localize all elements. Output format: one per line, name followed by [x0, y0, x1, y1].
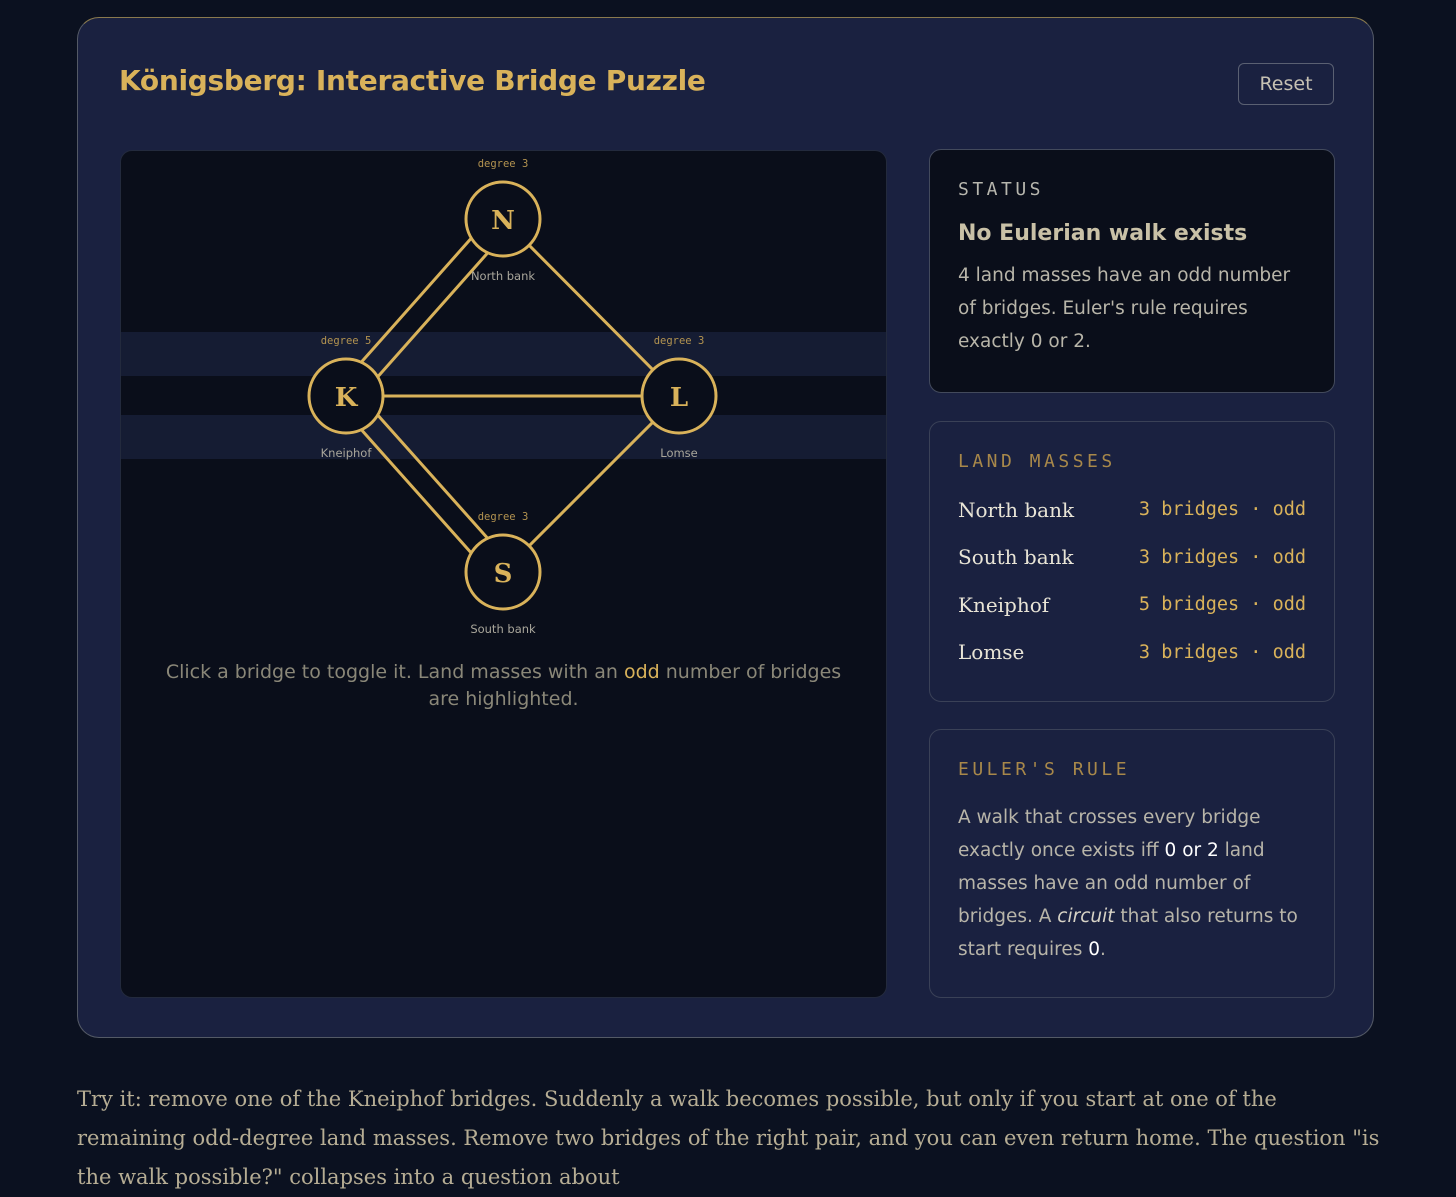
list-item: South bank 3 bridges · odd	[958, 534, 1306, 582]
node-degree-label: degree 3	[478, 158, 529, 170]
rule-body: A walk that crosses every bridge exactly…	[958, 807, 1298, 960]
list-item: Kneiphof 5 bridges · odd	[958, 581, 1306, 629]
page-title: Königsberg: Interactive Bridge Puzzle	[119, 64, 706, 97]
node-name-label: North bank	[471, 269, 535, 283]
status-title: No Eulerian walk exists	[958, 221, 1248, 246]
bridge-graph: Ndegree 3 North bank Kdegree 5 Kneiphof Ldeg…	[121, 158, 886, 636]
node-degree-label: degree 3	[654, 335, 705, 347]
graph-hint: Click a bridge to toggle it. Land masses…	[165, 661, 842, 710]
node-letter: S	[494, 559, 513, 589]
status-heading: STATUS	[958, 179, 1045, 200]
land-degree: 3 bridges · odd	[1138, 641, 1306, 663]
land-degree: 5 bridges · odd	[1138, 594, 1306, 616]
list-item: North bank 3 bridges · odd	[958, 486, 1306, 534]
land-masses-list: North bank 3 bridges · odd South bank 3 …	[958, 486, 1306, 676]
node-name-label: Kneiphof	[321, 446, 373, 460]
node-degree-label: degree 5	[321, 335, 372, 347]
land-degree: 3 bridges · odd	[1138, 499, 1306, 521]
node-degree-label: degree 3	[478, 511, 529, 523]
node-name-label: Lomse	[660, 446, 698, 460]
status-body: 4 land masses have an odd number of brid…	[958, 265, 1291, 352]
euler-rule-card: EULER'S RULE A walk that crosses every b…	[929, 729, 1335, 998]
puzzle-card: Königsberg: Interactive Bridge Puzzle Re…	[77, 17, 1374, 1038]
node-name-label: South bank	[470, 622, 536, 636]
land-name: Kneiphof	[958, 592, 1050, 617]
rule-heading: EULER'S RULE	[958, 759, 1131, 780]
node-s: Sdegree 3 South bank	[464, 511, 542, 636]
river-band-north	[121, 332, 886, 376]
reset-button[interactable]: Reset	[1238, 63, 1334, 105]
land-name: Lomse	[958, 640, 1025, 665]
article-paragraph: Try it: remove one of the Kneiphof bridg…	[77, 1087, 1380, 1189]
node-letter: K	[335, 383, 359, 413]
node-letter: N	[491, 206, 515, 236]
land-name: South bank	[958, 545, 1074, 570]
land-masses-card: LAND MASSES North bank 3 bridges · odd S…	[929, 421, 1335, 702]
node-letter: L	[670, 383, 688, 413]
list-item: Lomse 3 bridges · odd	[958, 629, 1306, 677]
land-name: North bank	[958, 497, 1075, 522]
status-card: STATUS No Eulerian walk exists 4 land ma…	[929, 149, 1335, 393]
graph-panel: Ndegree 3 North bank Kdegree 5 Kneiphof Ldeg…	[120, 150, 887, 998]
river-band-south	[121, 415, 886, 459]
land-degree: 3 bridges · odd	[1138, 546, 1306, 568]
land-masses-heading: LAND MASSES	[958, 451, 1116, 472]
